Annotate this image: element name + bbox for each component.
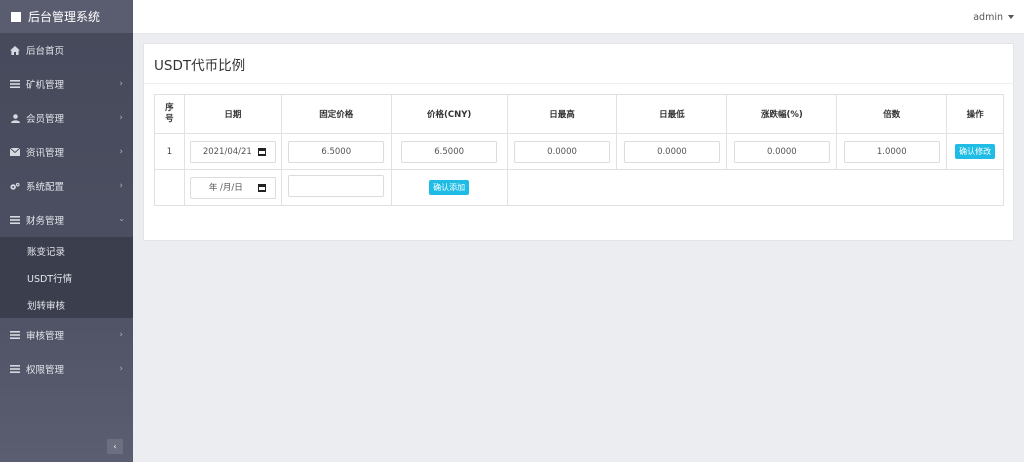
table-row: 1 2021/04/21 6.5000 6.5000 0.0000 0.0000… [154,133,1004,170]
sidebar-item-system[interactable]: 系统配置 › [0,169,133,203]
new-date-input[interactable]: 年 /月/日 [189,176,276,199]
multiplier-input[interactable]: 1.0000 [843,140,940,163]
sidebar-item-home[interactable]: 后台首页 [0,33,133,67]
sidebar-menu-lower: 审核管理 › 权限管理 › [0,318,133,386]
username: admin [973,11,1003,23]
row-index: 1 [154,133,185,170]
col-header-index: 序号 [154,94,185,134]
caret-down-icon [1008,15,1014,19]
usdt-ratio-table: 序号 日期 固定价格 价格(CNY) 日最高 日最低 涨跌幅(%) 倍数 操作 … [154,94,1005,206]
list-icon [10,215,20,225]
envelope-icon [10,147,20,157]
sidebar-item-label: 系统配置 [26,182,65,193]
sidebar-subitem-usdt-market[interactable]: USDT行情 [0,264,133,291]
sidebar-menu: 后台首页 矿机管理 › 会员管理 › 资讯管理 › 系统配置 › 财务管理 › [0,33,133,237]
page-title: USDT代币比例 [144,44,1013,84]
chevron-right-icon: › [119,364,123,374]
sidebar-item-label: 财务管理 [26,216,65,227]
sidebar-item-label: 后台首页 [26,46,65,57]
chevron-right-icon: › [119,113,123,123]
col-header-day-low: 日最低 [616,94,728,134]
col-header-multiplier: 倍数 [836,94,948,134]
date-input[interactable]: 2021/04/21 [189,140,276,163]
new-fixed-price-input[interactable] [288,175,385,197]
list-icon [10,364,20,374]
chevron-down-icon: › [116,218,127,222]
table-row-new: 年 /月/日 确认添加 [154,169,1005,206]
day-high-input[interactable]: 0.0000 [514,140,611,163]
chevron-right-icon: › [119,330,123,340]
sidebar-item-audit[interactable]: 审核管理 › [0,318,133,352]
col-header-price-cny: 价格(CNY) [390,94,508,134]
fixed-price-input[interactable]: 6.5000 [288,140,385,163]
sidebar: 后台管理系统 后台首页 矿机管理 › 会员管理 › 资讯管理 › 系统配置 › … [0,0,133,462]
chevron-right-icon: › [119,147,123,157]
home-icon [10,45,20,55]
logo-square-icon [11,11,21,22]
sidebar-item-news[interactable]: 资讯管理 › [0,135,133,169]
sidebar-subitem-transfer-review[interactable]: 划转审核 [0,291,133,318]
col-header-action: 操作 [946,94,1004,134]
confirm-add-button[interactable]: 确认添加 [429,180,470,195]
date-placeholder: 年 /月/日 [208,182,243,193]
list-icon [10,79,20,89]
sidebar-item-label: 审核管理 [26,331,65,342]
date-value: 2021/04/21 [202,146,252,157]
content-panel: USDT代币比例 序号 日期 固定价格 价格(CNY) 日最高 日最低 涨跌幅(… [143,43,1014,241]
topbar: admin [133,0,1024,34]
sidebar-item-permissions[interactable]: 权限管理 › [0,352,133,386]
price-cny-input[interactable]: 6.5000 [401,140,498,163]
sidebar-item-label: 资讯管理 [26,148,65,159]
app-title: 后台管理系统 [28,10,101,24]
calendar-icon[interactable] [257,147,266,156]
chevron-right-icon: › [119,181,123,191]
sidebar-item-label: 矿机管理 [26,80,65,91]
chevron-right-icon: › [119,79,123,89]
user-menu[interactable]: admin [973,0,1014,34]
sidebar-brand: 后台管理系统 [0,0,133,33]
sidebar-item-finance[interactable]: 财务管理 › [0,203,133,237]
sidebar-item-members[interactable]: 会员管理 › [0,101,133,135]
sidebar-collapse-button[interactable]: ‹ [107,439,123,454]
list-icon [10,330,20,340]
sidebar-subitem-ledger[interactable]: 账变记录 [0,237,133,264]
col-header-date: 日期 [183,94,282,134]
sidebar-item-label: 会员管理 [26,114,65,125]
day-low-input[interactable]: 0.0000 [623,140,720,163]
gears-icon [10,181,20,191]
col-header-change-pct: 涨跌幅(%) [726,94,838,134]
change-pct-input[interactable]: 0.0000 [733,140,830,163]
finance-submenu: 账变记录 USDT行情 划转审核 [0,237,133,318]
col-header-day-high: 日最高 [506,94,618,134]
sidebar-item-label: 权限管理 [26,365,65,376]
sidebar-item-miners[interactable]: 矿机管理 › [0,67,133,101]
col-header-fixed-price: 固定价格 [280,94,392,134]
confirm-edit-button[interactable]: 确认修改 [955,144,996,159]
calendar-icon[interactable] [257,183,266,192]
user-icon [10,113,20,123]
table-header-row: 序号 日期 固定价格 价格(CNY) 日最高 日最低 涨跌幅(%) 倍数 操作 [154,94,1004,134]
